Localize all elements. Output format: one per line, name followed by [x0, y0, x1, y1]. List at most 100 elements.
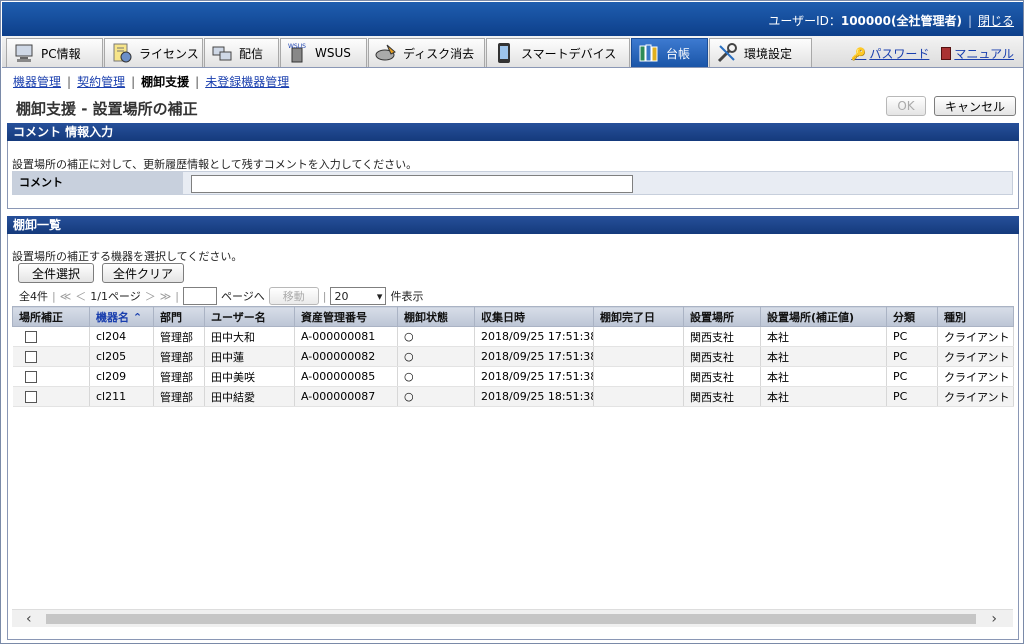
tab-label: 配信: [239, 46, 264, 61]
table-header-row: 場所補正 機器名 ⌃ 部門 ユーザー名 資産管理番号 棚卸状態 収集日時 棚卸完…: [12, 306, 1014, 327]
tab-settings[interactable]: 環境設定: [709, 38, 812, 67]
password-link[interactable]: 🔑 パスワード: [851, 45, 929, 62]
cell-collected: 2018/09/25 17:51:38: [474, 326, 594, 347]
cell-category: PC: [886, 366, 938, 387]
tab-wsus[interactable]: WSUS WSUS: [280, 38, 367, 67]
cell-collected: 2018/09/25 18:51:38: [474, 386, 594, 407]
per-page-select[interactable]: 20 ▾: [330, 287, 387, 305]
app-window: ユーザーID：100000(全社管理者) | 閉じる PC情報 ライセンス 配信 W…: [0, 0, 1024, 644]
col-header-device-name[interactable]: 機器名 ⌃: [89, 306, 154, 327]
total-count: 全4件: [19, 290, 48, 303]
user-info: ユーザーID：100000(全社管理者) | 閉じる: [768, 12, 1014, 29]
subnav-device-management[interactable]: 機器管理: [13, 75, 61, 89]
cell-corrected: 本社: [760, 386, 887, 407]
page-number-input[interactable]: [182, 287, 217, 305]
tab-label: ライセンス: [139, 46, 199, 61]
next-page-button[interactable]: ＞: [145, 288, 156, 304]
col-header-category[interactable]: 分類: [886, 306, 938, 327]
col-header-completed-date[interactable]: 棚卸完了日: [593, 306, 684, 327]
scroll-right-icon[interactable]: ›: [991, 611, 997, 627]
cell-type: クライアント: [937, 346, 1014, 367]
cell-location: 関西支社: [683, 366, 761, 387]
ok-button[interactable]: OK: [886, 96, 926, 116]
distribution-icon: [211, 42, 233, 64]
first-page-button[interactable]: ≪: [60, 290, 72, 303]
utility-links: 🔑 パスワード マニュアル: [851, 45, 1014, 62]
tab-license[interactable]: ライセンス: [104, 38, 203, 67]
col-header-inventory-status[interactable]: 棚卸状態: [397, 306, 475, 327]
comment-input[interactable]: [191, 175, 633, 193]
cell-checkbox: [12, 346, 90, 367]
divider: |: [52, 289, 56, 303]
divider: |: [322, 289, 327, 303]
cell-user: 田中大和: [204, 326, 295, 347]
col-header-user-name[interactable]: ユーザー名: [204, 306, 295, 327]
tab-ledger[interactable]: 台帳: [631, 38, 708, 67]
book-icon: [941, 47, 952, 60]
cell-asset: A-000000081: [294, 326, 398, 347]
row-checkbox[interactable]: [24, 371, 37, 383]
col-header-collected-at[interactable]: 収集日時: [474, 306, 594, 327]
tab-distribution[interactable]: 配信: [204, 38, 279, 67]
subnav-contract-management[interactable]: 契約管理: [77, 75, 125, 89]
last-page-button[interactable]: ≫: [160, 290, 172, 303]
cell-type: クライアント: [937, 386, 1014, 407]
key-icon: 🔑: [851, 46, 867, 61]
manual-link[interactable]: マニュアル: [941, 45, 1014, 62]
subnav-inventory-support: 棚卸支援: [141, 75, 190, 89]
divider: |: [967, 14, 972, 28]
cell-asset: A-000000087: [294, 386, 398, 407]
col-header-type[interactable]: 種別: [937, 306, 1014, 327]
col-header-department[interactable]: 部門: [153, 306, 205, 327]
wsus-icon: WSUS: [287, 42, 309, 64]
cell-asset: A-000000085: [294, 366, 398, 387]
cancel-button[interactable]: キャンセル: [934, 96, 1016, 116]
cell-user: 田中美咲: [204, 366, 295, 387]
chevron-down-icon: ▾: [376, 289, 383, 303]
svg-text:WSUS: WSUS: [288, 43, 306, 50]
scroll-left-icon[interactable]: ‹: [26, 611, 32, 627]
row-checkbox[interactable]: [24, 351, 37, 363]
comment-label: コメント: [13, 172, 183, 194]
license-icon: [111, 42, 133, 64]
row-checkbox[interactable]: [24, 331, 37, 343]
settings-icon: [716, 42, 738, 64]
smart-device-icon: [493, 42, 515, 64]
tab-disk-erase[interactable]: ディスク消去: [368, 38, 485, 67]
tab-label: WSUS: [315, 46, 351, 60]
cell-checkbox: [12, 366, 90, 387]
row-checkbox[interactable]: [24, 391, 37, 403]
clear-all-button[interactable]: 全件クリア: [102, 263, 184, 283]
close-link[interactable]: 閉じる: [978, 14, 1014, 28]
divider: |: [195, 75, 200, 89]
cell-device: cl204: [89, 326, 154, 347]
page-title: 棚卸支援 - 設置場所の補正: [16, 100, 198, 118]
scrollbar-thumb[interactable]: [46, 614, 976, 624]
cell-user: 田中結愛: [204, 386, 295, 407]
cell-checkbox: [12, 386, 90, 407]
tab-label: 環境設定: [744, 46, 793, 61]
pc-icon: [13, 42, 35, 64]
table-row: cl209 管理部 田中美咲 A-000000085 ○ 2018/09/25 …: [12, 366, 1014, 387]
col-header-location[interactable]: 設置場所: [683, 306, 761, 327]
tab-pc-info[interactable]: PC情報: [6, 38, 103, 67]
cell-category: PC: [886, 326, 938, 347]
col-header-corrected-location[interactable]: 設置場所(補正値): [760, 306, 887, 327]
inventory-list-header: 棚卸一覧: [7, 216, 1019, 234]
cell-user: 田中蓮: [204, 346, 295, 367]
horizontal-scrollbar[interactable]: ‹ ›: [12, 609, 1013, 627]
tab-label: スマートデバイス: [521, 46, 617, 61]
cell-done: [593, 346, 684, 367]
main-tab-bar: PC情報 ライセンス 配信 WSUS WSUS ディスク消去 スマートデバイス …: [2, 36, 1023, 68]
cell-dept: 管理部: [153, 346, 205, 367]
subnav-unregistered-devices[interactable]: 未登録機器管理: [205, 75, 289, 89]
move-button[interactable]: 移動: [268, 287, 319, 305]
col-header-asset-number[interactable]: 資産管理番号: [294, 306, 398, 327]
cell-device: cl209: [89, 366, 154, 387]
select-all-button[interactable]: 全件選択: [18, 263, 94, 283]
password-link-label: パスワード: [869, 47, 930, 61]
prev-page-button[interactable]: ＜: [75, 288, 86, 304]
pagination-bar: 全4件 | ≪ ＜ 1/1ページ ＞ ≫ | ページへ 移動 | 20 ▾ 件表示: [19, 287, 423, 305]
col-header-correction[interactable]: 場所補正: [12, 306, 90, 327]
tab-smart-device[interactable]: スマートデバイス: [486, 38, 630, 67]
